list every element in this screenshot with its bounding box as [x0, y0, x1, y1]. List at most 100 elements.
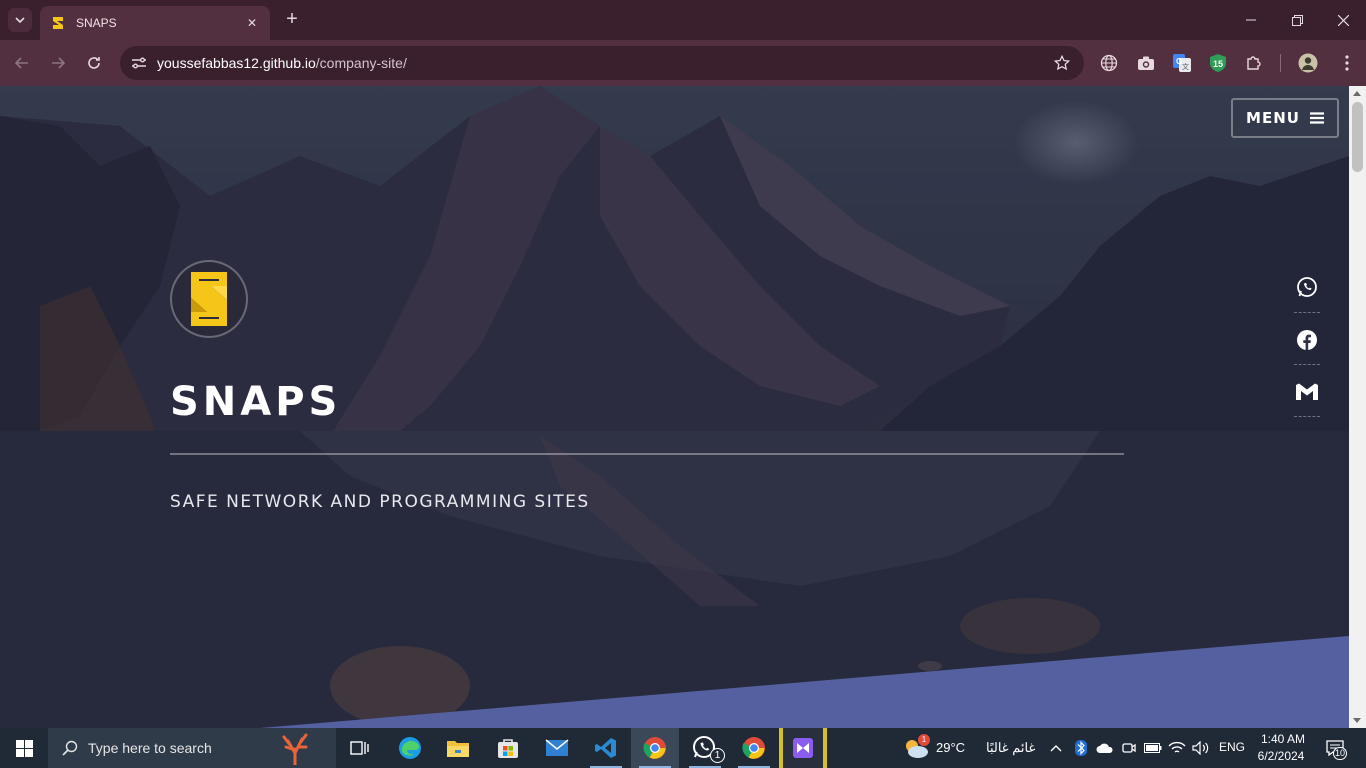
windows-logo-icon: [15, 739, 33, 757]
hero-section: MENU SNAPS SAFE NETWORK AND PROGRAMMING …: [0, 86, 1349, 728]
translate-globe-extension[interactable]: [1098, 52, 1120, 74]
cloud-icon: [1096, 743, 1113, 753]
back-arrow-icon: [14, 57, 28, 69]
camera-tray-icon: [1122, 743, 1136, 753]
tab-title: SNAPS: [76, 16, 117, 30]
restore-button[interactable]: [1274, 0, 1320, 40]
bookmark-star-button[interactable]: [1048, 49, 1076, 77]
hamburger-icon: [1309, 112, 1324, 124]
kebab-menu-icon: [1345, 55, 1349, 71]
social-divider: [1294, 312, 1320, 313]
chrome-profile-app[interactable]: [730, 728, 778, 768]
snaps-logo-icon: [53, 17, 63, 29]
minimize-button[interactable]: [1228, 0, 1274, 40]
shield-extension[interactable]: 15: [1207, 52, 1229, 74]
search-icon: [62, 740, 78, 756]
facebook-link[interactable]: [1294, 329, 1320, 351]
page-scrollbar[interactable]: [1349, 86, 1366, 728]
scroll-down-arrow[interactable]: [1353, 718, 1361, 723]
back-button[interactable]: [10, 51, 34, 75]
edge-icon: [399, 737, 421, 759]
meet-now-tray[interactable]: [1120, 739, 1138, 757]
wifi-icon: [1168, 741, 1186, 753]
forward-arrow-icon: [52, 57, 66, 69]
weather-badge: 1: [918, 734, 930, 746]
chrome-icon: [643, 737, 666, 759]
notification-center[interactable]: 10: [1322, 739, 1348, 760]
clock-time[interactable]: 1:40 AM: [1258, 732, 1308, 746]
shield-icon: 15: [1210, 54, 1226, 72]
new-tab-button[interactable]: +: [281, 9, 303, 31]
windows-taskbar: Type here to search 1 1 29°C غائم غالبًا…: [0, 728, 1366, 768]
minimize-icon: [1246, 19, 1256, 21]
microsoft-store-app[interactable]: [484, 728, 532, 768]
whatsapp-badge: 1: [710, 748, 725, 763]
browser-menu-button[interactable]: [1336, 52, 1358, 74]
brand-title: SNAPS: [170, 379, 342, 425]
camera-icon: [1138, 56, 1154, 70]
profile-avatar[interactable]: [1297, 52, 1319, 74]
mail-icon: [545, 739, 569, 756]
address-bar[interactable]: youssefabbas12.github.io/company-site/: [120, 46, 1084, 80]
hero-divider: [170, 453, 1124, 455]
wifi-tray[interactable]: [1168, 739, 1186, 757]
scroll-up-arrow[interactable]: [1353, 91, 1361, 96]
speaker-icon: [1192, 741, 1209, 755]
svg-text:文: 文: [1182, 62, 1189, 71]
visual-studio-app[interactable]: [779, 728, 827, 768]
store-icon: [498, 739, 518, 758]
mail-app[interactable]: [533, 728, 581, 768]
forward-button[interactable]: [46, 51, 70, 75]
weather-widget[interactable]: 1: [902, 734, 930, 760]
menu-button[interactable]: MENU: [1231, 98, 1339, 138]
reload-button[interactable]: [82, 51, 106, 75]
whatsapp-link[interactable]: [1294, 276, 1320, 298]
brand-logo[interactable]: [170, 260, 248, 338]
battery-tray[interactable]: [1144, 739, 1162, 757]
start-button[interactable]: [0, 728, 48, 768]
volume-tray[interactable]: [1192, 739, 1210, 757]
facebook-icon: [1297, 330, 1317, 350]
edge-app[interactable]: [386, 728, 434, 768]
task-view-icon: [350, 741, 369, 755]
browser-tab[interactable]: SNAPS ✕: [40, 6, 270, 40]
close-icon: [1337, 14, 1349, 26]
snaps-logo-icon: [191, 272, 227, 326]
visual-studio-icon: [793, 738, 813, 758]
browser-toolbar: youssefabbas12.github.io/company-site/ G…: [0, 40, 1366, 86]
svg-text:15: 15: [1213, 59, 1223, 69]
notification-count: 10: [1333, 747, 1347, 760]
bluetooth-tray[interactable]: [1072, 739, 1090, 757]
close-window-button[interactable]: [1320, 0, 1366, 40]
restore-icon: [1291, 14, 1303, 26]
extensions-button[interactable]: [1243, 52, 1265, 74]
clock-date[interactable]: 6/2/2024: [1254, 749, 1308, 763]
puzzle-icon: [1247, 56, 1261, 70]
tagline: SAFE NETWORK AND PROGRAMMING SITES: [170, 492, 590, 512]
site-info-button[interactable]: [124, 48, 154, 78]
url-text[interactable]: youssefabbas12.github.io/company-site/: [157, 55, 1048, 71]
star-icon: [1053, 54, 1071, 71]
tab-search-button[interactable]: [8, 8, 32, 32]
weather-temp: 29°C: [936, 740, 966, 755]
screenshot-extension[interactable]: [1135, 52, 1157, 74]
close-tab-icon[interactable]: ✕: [244, 15, 260, 31]
file-explorer-app[interactable]: [434, 728, 482, 768]
search-placeholder: Type here to search: [88, 740, 212, 756]
gmail-link[interactable]: [1294, 383, 1320, 401]
onedrive-tray[interactable]: [1096, 739, 1114, 757]
coral-search-highlight-icon: [282, 733, 308, 765]
google-translate-extension[interactable]: G文: [1171, 52, 1193, 74]
show-hidden-icons[interactable]: [1047, 739, 1065, 757]
task-view-button[interactable]: [336, 728, 384, 768]
avatar-icon: [1298, 53, 1318, 73]
vscode-app[interactable]: [582, 728, 630, 768]
chevron-up-icon: [1050, 745, 1062, 752]
url-host: youssefabbas12.github.io: [157, 55, 316, 71]
scroll-thumb[interactable]: [1352, 102, 1363, 172]
chrome-app[interactable]: [631, 728, 679, 768]
browser-tab-bar: SNAPS ✕ +: [0, 0, 1366, 40]
whatsapp-app[interactable]: 1: [681, 728, 729, 768]
language-indicator[interactable]: ENG: [1219, 740, 1245, 754]
taskbar-search[interactable]: Type here to search: [48, 728, 336, 768]
